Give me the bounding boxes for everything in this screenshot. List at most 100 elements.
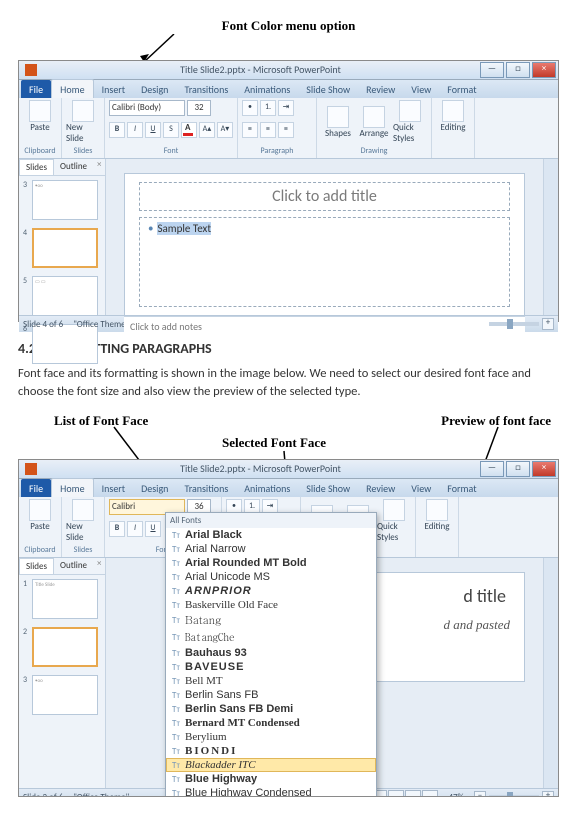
font-size-box[interactable]: 32 — [187, 100, 211, 116]
slide-thumb[interactable]: ▭ ▭ — [32, 276, 98, 316]
tab-view[interactable]: View — [403, 80, 439, 98]
font-option[interactable]: TᴛBernard MT Condensed — [166, 716, 376, 730]
panel-tab-outline[interactable]: Outline — [54, 159, 93, 175]
font-option[interactable]: TᴛArial Black — [166, 528, 376, 542]
zoom-out-button[interactable]: − — [474, 791, 486, 797]
title-placeholder[interactable]: Click to add title — [139, 182, 510, 211]
close-button[interactable]: × — [532, 461, 556, 477]
view-slideshow-button[interactable] — [422, 790, 438, 797]
panel-close-button[interactable]: × — [93, 159, 105, 175]
font-option[interactable]: TᴛBaskerville Old Face — [166, 598, 376, 612]
new-slide-button[interactable]: New Slide — [66, 499, 100, 543]
bullets-button[interactable]: • — [242, 100, 258, 116]
align-left-button[interactable]: ≡ — [242, 122, 258, 138]
underline-button[interactable]: U — [145, 122, 161, 138]
tab-transitions[interactable]: Transitions — [176, 479, 236, 497]
maximize-button[interactable]: □ — [506, 62, 530, 78]
editing-button[interactable]: Editing — [436, 100, 470, 133]
slide-canvas[interactable]: Click to add title •Sample Text — [124, 173, 525, 316]
zoom-in-button[interactable]: + — [542, 318, 554, 330]
font-name-box[interactable]: Calibri (Body) — [109, 100, 185, 116]
font-option[interactable]: TᴛBatang — [166, 612, 376, 629]
new-slide-button[interactable]: New Slide — [66, 100, 100, 144]
tab-transitions[interactable]: Transitions — [176, 80, 236, 98]
font-option[interactable]: TᴛArial Rounded MT Bold — [166, 556, 376, 570]
underline-button[interactable]: U — [145, 521, 161, 537]
slide-thumb-selected[interactable] — [32, 627, 98, 667]
font-option[interactable]: TᴛBerlin Sans FB — [166, 688, 376, 702]
tab-review[interactable]: Review — [358, 80, 403, 98]
font-option[interactable]: TᴛBauhaus 93 — [166, 646, 376, 660]
panel-close-button[interactable]: × — [93, 558, 105, 574]
slide-thumb-selected[interactable] — [32, 228, 98, 268]
tab-file[interactable]: File — [21, 80, 51, 98]
bold-button[interactable]: B — [109, 122, 125, 138]
slide-thumb[interactable]: •oo — [32, 180, 98, 220]
notes-pane[interactable]: Click to add notes — [124, 316, 525, 336]
slide-thumb[interactable]: Title Slide — [32, 579, 98, 619]
zoom-slider[interactable]: − + — [474, 791, 554, 797]
bold-button[interactable]: B — [109, 521, 125, 537]
font-option[interactable]: TᴛBell MT — [166, 674, 376, 688]
right-scroll[interactable] — [543, 159, 558, 315]
strike-button[interactable]: S — [163, 122, 179, 138]
font-face-dropdown[interactable]: All Fonts TᴛArial BlackTᴛArial NarrowTᴛA… — [165, 512, 377, 797]
quick-styles-button[interactable]: Quick Styles — [393, 100, 427, 144]
tab-review[interactable]: Review — [358, 479, 403, 497]
shrink-font-button[interactable]: A▾ — [217, 122, 233, 138]
tab-design[interactable]: Design — [133, 479, 176, 497]
font-option[interactable]: TᴛBerlin Sans FB Demi — [166, 702, 376, 716]
font-option[interactable]: TᴛBAVEUSE — [166, 660, 376, 674]
zoom-in-button[interactable]: + — [542, 791, 554, 797]
slide-thumb[interactable]: •oo — [32, 675, 98, 715]
font-color-button[interactable] — [181, 122, 197, 138]
align-right-button[interactable]: ≡ — [278, 122, 294, 138]
quick-styles-button[interactable]: Quick Styles — [377, 499, 411, 543]
italic-button[interactable]: I — [127, 521, 143, 537]
tab-view[interactable]: View — [403, 479, 439, 497]
tab-format[interactable]: Format — [439, 479, 484, 497]
body-placeholder[interactable]: •Sample Text — [139, 217, 510, 307]
tab-slideshow[interactable]: Slide Show — [298, 80, 358, 98]
right-scroll[interactable] — [543, 558, 558, 788]
font-option[interactable]: TᴛBatangChe — [166, 629, 376, 646]
indent-button[interactable]: ⇥ — [278, 100, 294, 116]
numbering-button[interactable]: 1. — [260, 100, 276, 116]
font-option[interactable]: TᴛBIONDI — [166, 744, 376, 758]
shapes-button[interactable]: Shapes — [321, 106, 355, 139]
tab-file[interactable]: File — [21, 479, 51, 497]
font-option[interactable]: TᴛArial Unicode MS — [166, 570, 376, 584]
font-option[interactable]: TᴛARNPRIOR — [166, 584, 376, 598]
tab-animations[interactable]: Animations — [236, 80, 298, 98]
tab-format[interactable]: Format — [439, 80, 484, 98]
panel-tab-slides[interactable]: Slides — [19, 558, 54, 574]
minimize-button[interactable]: — — [480, 62, 504, 78]
editing-button[interactable]: Editing — [420, 499, 454, 532]
maximize-button[interactable]: □ — [506, 461, 530, 477]
align-center-button[interactable]: ≡ — [260, 122, 276, 138]
close-button[interactable]: × — [532, 62, 556, 78]
font-option[interactable]: TᴛArial Narrow — [166, 542, 376, 556]
paste-button[interactable]: Paste — [23, 100, 57, 133]
view-reading-button[interactable] — [405, 790, 421, 797]
grow-font-button[interactable]: A▴ — [199, 122, 215, 138]
panel-tab-slides[interactable]: Slides — [19, 159, 54, 175]
arrange-button[interactable]: Arrange — [357, 106, 391, 139]
minimize-button[interactable]: — — [480, 461, 504, 477]
font-option[interactable]: TᴛBerylium — [166, 730, 376, 744]
tab-slideshow[interactable]: Slide Show — [298, 479, 358, 497]
tab-home[interactable]: Home — [51, 79, 93, 98]
tab-design[interactable]: Design — [133, 80, 176, 98]
view-sorter-button[interactable] — [388, 790, 404, 797]
font-option[interactable]: TᴛBlackadder ITC — [166, 758, 376, 772]
paste-button[interactable]: Paste — [23, 499, 57, 532]
tab-insert[interactable]: Insert — [94, 479, 134, 497]
italic-button[interactable]: I — [127, 122, 143, 138]
font-option[interactable]: TᴛBlue Highway Condensed — [166, 786, 376, 797]
panel-tab-outline[interactable]: Outline — [54, 558, 93, 574]
tab-insert[interactable]: Insert — [94, 80, 134, 98]
tab-home[interactable]: Home — [51, 478, 93, 497]
font-option[interactable]: TᴛBlue Highway — [166, 772, 376, 786]
slide-thumb[interactable] — [32, 324, 98, 364]
slide-canvas-2[interactable]: d title d and pasted — [366, 572, 525, 682]
